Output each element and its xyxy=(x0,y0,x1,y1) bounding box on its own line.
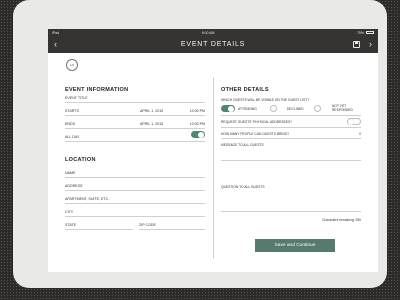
location-apartment-label: Apartment, Suite, etc. xyxy=(65,197,110,201)
separator xyxy=(221,115,361,116)
question-label: Question to all guests xyxy=(221,185,265,189)
carrier-label: iPad xyxy=(52,30,60,35)
battery-icon xyxy=(366,31,374,34)
save-icon[interactable] xyxy=(353,41,360,48)
all-day-toggle[interactable] xyxy=(191,131,205,138)
location-name-label: Name xyxy=(65,171,76,175)
form-content: 1/3 EVENT INFORMATION Event Title Starts… xyxy=(48,53,378,272)
toggle-knob xyxy=(198,132,204,138)
all-day-label: All Day xyxy=(65,135,80,139)
location-city-field[interactable]: City xyxy=(65,204,205,217)
battery-percent: 75% xyxy=(356,30,364,35)
starts-date[interactable]: APRIL 1, 2015 xyxy=(140,109,163,113)
page-title: EVENT DETAILS xyxy=(180,41,246,48)
question-input[interactable] xyxy=(221,211,361,212)
starts-field[interactable]: Starts APRIL 1, 2015 12:00 PM xyxy=(65,103,205,116)
physical-address-toggle[interactable] xyxy=(347,118,361,125)
location-city-label: City xyxy=(65,210,74,214)
status-bar: iPad 9:00 AM 75% xyxy=(48,29,378,36)
separator xyxy=(221,138,361,139)
message-input[interactable] xyxy=(221,160,361,161)
event-title-label: Event Title xyxy=(65,96,88,100)
separator xyxy=(221,127,361,128)
all-day-row: All Day xyxy=(65,129,205,142)
location-state-label: State xyxy=(65,223,77,227)
step-indicator: 1/3 xyxy=(66,59,78,71)
ends-date[interactable]: APRIL 1, 2015 xyxy=(140,122,163,126)
ends-field[interactable]: Ends APRIL 1, 2015 12:00 PM xyxy=(65,116,205,129)
app-screen: iPad 9:00 AM 75% ‹ EVENT DETAILS › 1/3 E… xyxy=(48,29,378,272)
chevron-left-icon[interactable]: ‹ xyxy=(54,39,57,49)
location-zip-field[interactable]: Zip Code xyxy=(139,217,205,230)
chevron-right-icon[interactable]: › xyxy=(369,39,372,49)
toggle-knob xyxy=(228,106,234,112)
column-divider xyxy=(213,77,214,259)
save-and-continue-button[interactable]: Save and Continue xyxy=(255,239,335,252)
attending-label: Attending xyxy=(238,107,257,111)
location-address-label: Address xyxy=(65,184,83,188)
nav-bar: ‹ EVENT DETAILS › xyxy=(48,36,378,53)
characters-remaining: Characters remaining: 250 xyxy=(322,218,361,222)
ipad-frame: iPad 9:00 AM 75% ‹ EVENT DETAILS › 1/3 E… xyxy=(13,0,387,288)
location-address-field[interactable]: Address xyxy=(65,178,205,191)
not-yet-responded-toggle[interactable] xyxy=(314,105,321,112)
message-label: Message to all guests xyxy=(221,143,264,147)
attending-toggle[interactable] xyxy=(221,105,235,112)
location-apartment-field[interactable]: Apartment, Suite, etc. xyxy=(65,191,205,204)
status-right: 75% xyxy=(357,31,374,35)
bring-guests-value[interactable]: 0 xyxy=(359,132,361,136)
bring-guests-label: How many people can guests bring? xyxy=(221,132,290,136)
starts-label: Starts xyxy=(65,109,79,113)
starts-time[interactable]: 12:00 PM xyxy=(190,109,205,113)
location-zip-label: Zip Code xyxy=(139,223,156,227)
ends-label: Ends xyxy=(65,122,75,126)
ends-time[interactable]: 12:00 PM xyxy=(190,122,205,126)
other-details-heading: OTHER DETAILS xyxy=(221,87,269,93)
toggle-knob xyxy=(348,119,354,125)
declined-label: Declined xyxy=(287,107,304,111)
location-name-field[interactable]: Name xyxy=(65,165,205,178)
clock: 9:00 AM xyxy=(201,30,215,35)
visibility-question: Which guests will be visible on the gues… xyxy=(221,98,310,102)
declined-toggle[interactable] xyxy=(270,105,277,112)
responded-label: Responded xyxy=(332,108,353,112)
physical-address-label: Request guests' physical addresses? xyxy=(221,120,292,124)
event-title-field[interactable]: Event Title xyxy=(65,90,205,103)
location-heading: LOCATION xyxy=(65,157,96,163)
location-state-field[interactable]: State xyxy=(65,217,133,230)
